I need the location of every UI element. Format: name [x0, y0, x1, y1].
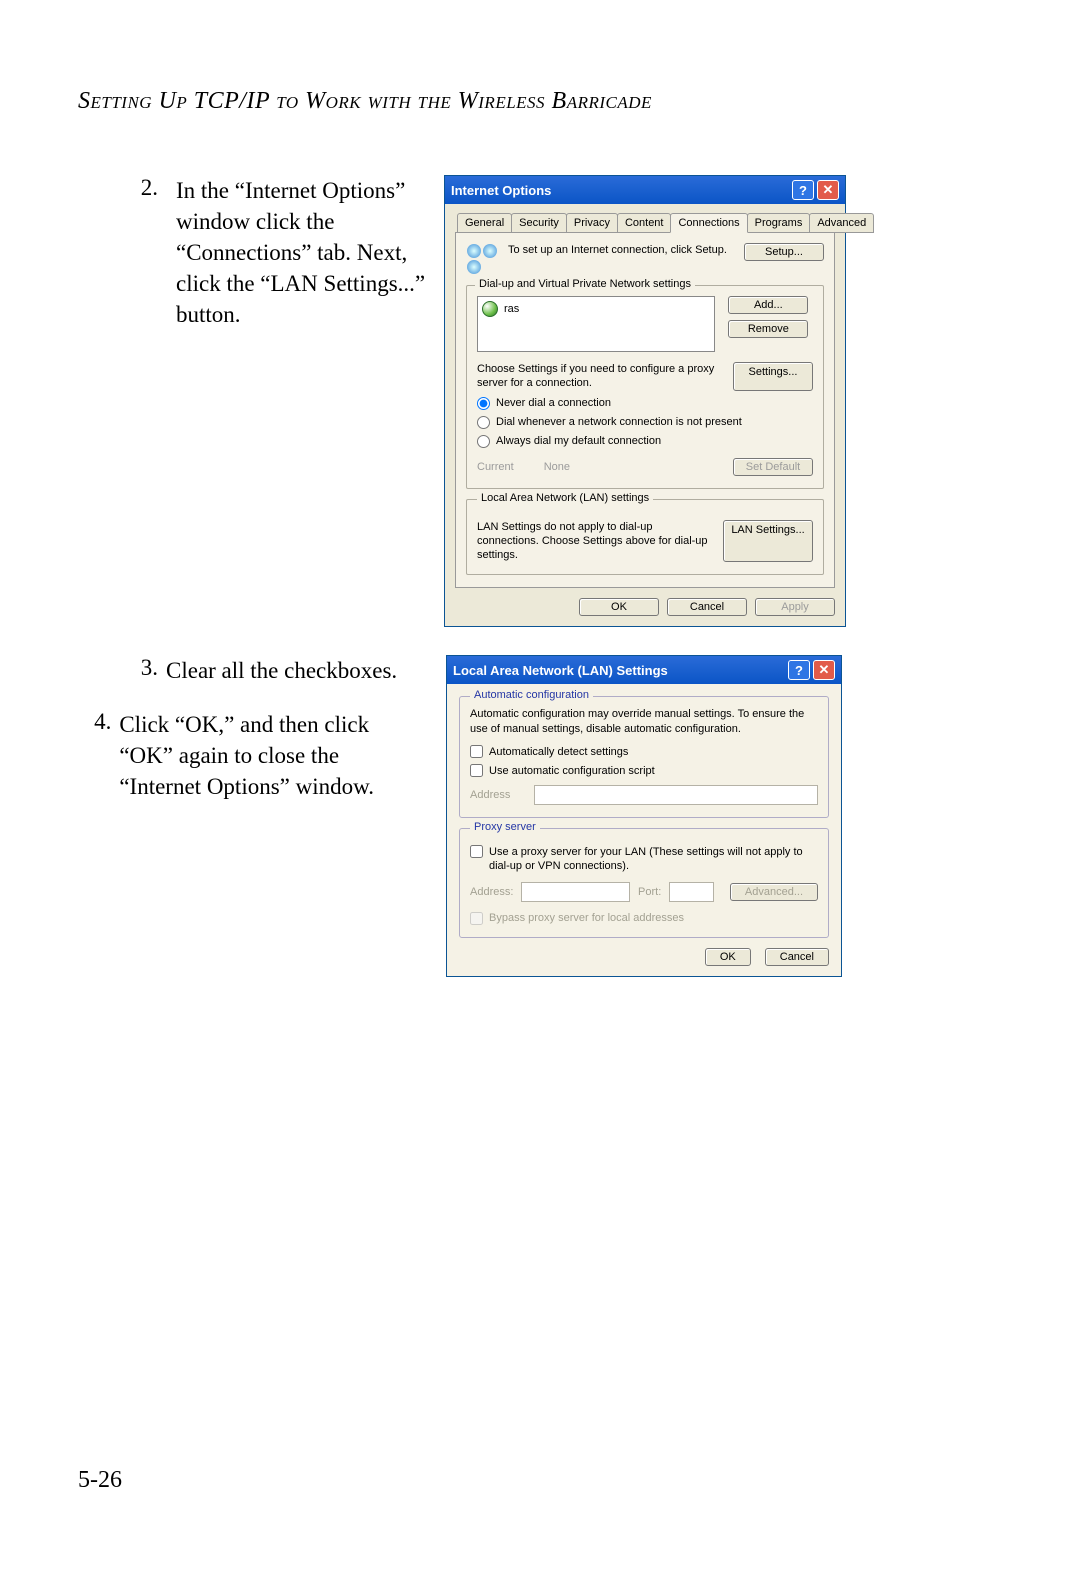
address-label: Address: [470, 789, 526, 801]
tab-programs[interactable]: Programs: [747, 213, 811, 233]
chk-bypass: [470, 912, 483, 925]
choose-settings-text: Choose Settings if you need to configure…: [477, 362, 723, 391]
tab-advanced[interactable]: Advanced: [809, 213, 874, 233]
current-value: None: [544, 461, 570, 473]
page-title: Setting Up TCP/IP to Work with the Wirel…: [78, 88, 1002, 115]
radio-always[interactable]: [477, 435, 490, 448]
chk-use-proxy[interactable]: [470, 845, 483, 858]
radio-never[interactable]: [477, 397, 490, 410]
tab-connections[interactable]: Connections: [670, 213, 747, 233]
step-4-text: Click “OK,” and then click “OK” again to…: [119, 709, 426, 802]
cancel-button[interactable]: Cancel: [667, 598, 747, 616]
tabs: General Security Privacy Content Connect…: [455, 212, 835, 233]
chk-use-script[interactable]: [470, 764, 483, 777]
chk-bypass-label: Bypass proxy server for local addresses: [489, 912, 684, 924]
step-3-text: Clear all the checkboxes.: [166, 655, 397, 686]
radio-always-label: Always dial my default connection: [496, 435, 661, 447]
proxy-address-input: [521, 882, 630, 902]
lan-group-title: Local Area Network (LAN) settings: [477, 492, 653, 504]
step-3-number: 3.: [78, 655, 166, 686]
dialup-group-title: Dial-up and Virtual Private Network sett…: [475, 278, 695, 290]
step-4-number: 4.: [78, 709, 119, 802]
close-icon[interactable]: ✕: [817, 180, 839, 200]
help-icon[interactable]: ?: [792, 180, 814, 200]
ras-icon: [482, 301, 498, 317]
current-label: Current: [477, 461, 514, 473]
advanced-button: Advanced...: [730, 883, 818, 901]
ras-item: ras: [504, 303, 519, 315]
lan-ok-button[interactable]: OK: [705, 948, 751, 966]
page-number: 5-26: [78, 1467, 122, 1494]
chk-use-proxy-label: Use a proxy server for your LAN (These s…: [489, 845, 818, 874]
proxy-port-input: [669, 882, 714, 902]
setup-text: To set up an Internet connection, click …: [508, 243, 734, 257]
add-button[interactable]: Add...: [728, 296, 808, 314]
tab-content[interactable]: Content: [617, 213, 672, 233]
chk-use-script-label: Use automatic configuration script: [489, 765, 655, 777]
lan-text: LAN Settings do not apply to dial-up con…: [477, 520, 713, 563]
radio-dialwhen[interactable]: [477, 416, 490, 429]
proxy-address-label: Address:: [470, 886, 513, 898]
apply-button: Apply: [755, 598, 835, 616]
lan-cancel-button[interactable]: Cancel: [765, 948, 829, 966]
tab-privacy[interactable]: Privacy: [566, 213, 618, 233]
auto-config-text: Automatic configuration may override man…: [470, 707, 818, 737]
tab-general[interactable]: General: [457, 213, 512, 233]
step-2-text: In the “Internet Options” window click t…: [176, 175, 434, 627]
chk-auto-detect-label: Automatically detect settings: [489, 746, 628, 758]
ok-button[interactable]: OK: [579, 598, 659, 616]
set-default-button: Set Default: [733, 458, 813, 476]
remove-button[interactable]: Remove: [728, 320, 808, 338]
dialog-title: Internet Options: [451, 183, 551, 198]
close-icon[interactable]: ✕: [813, 660, 835, 680]
port-label: Port:: [638, 886, 661, 898]
chk-auto-detect[interactable]: [470, 745, 483, 758]
tab-security[interactable]: Security: [511, 213, 567, 233]
step-2-number: 2.: [78, 175, 166, 627]
proxy-title: Proxy server: [470, 821, 540, 833]
connections-list[interactable]: ras: [477, 296, 715, 352]
connection-icon: [466, 243, 498, 275]
auto-config-title: Automatic configuration: [470, 689, 593, 701]
help-icon[interactable]: ?: [788, 660, 810, 680]
setup-button[interactable]: Setup...: [744, 243, 824, 261]
lan-dialog-title: Local Area Network (LAN) Settings: [453, 663, 668, 678]
internet-options-dialog: Internet Options ? ✕ General Security Pr…: [444, 175, 846, 627]
radio-dialwhen-label: Dial whenever a network connection is no…: [496, 416, 742, 428]
settings-button[interactable]: Settings...: [733, 362, 813, 391]
script-address-input: [534, 785, 818, 805]
lan-settings-button[interactable]: LAN Settings...: [723, 520, 813, 563]
lan-settings-dialog: Local Area Network (LAN) Settings ? ✕ Au…: [446, 655, 842, 976]
radio-never-label: Never dial a connection: [496, 397, 611, 409]
